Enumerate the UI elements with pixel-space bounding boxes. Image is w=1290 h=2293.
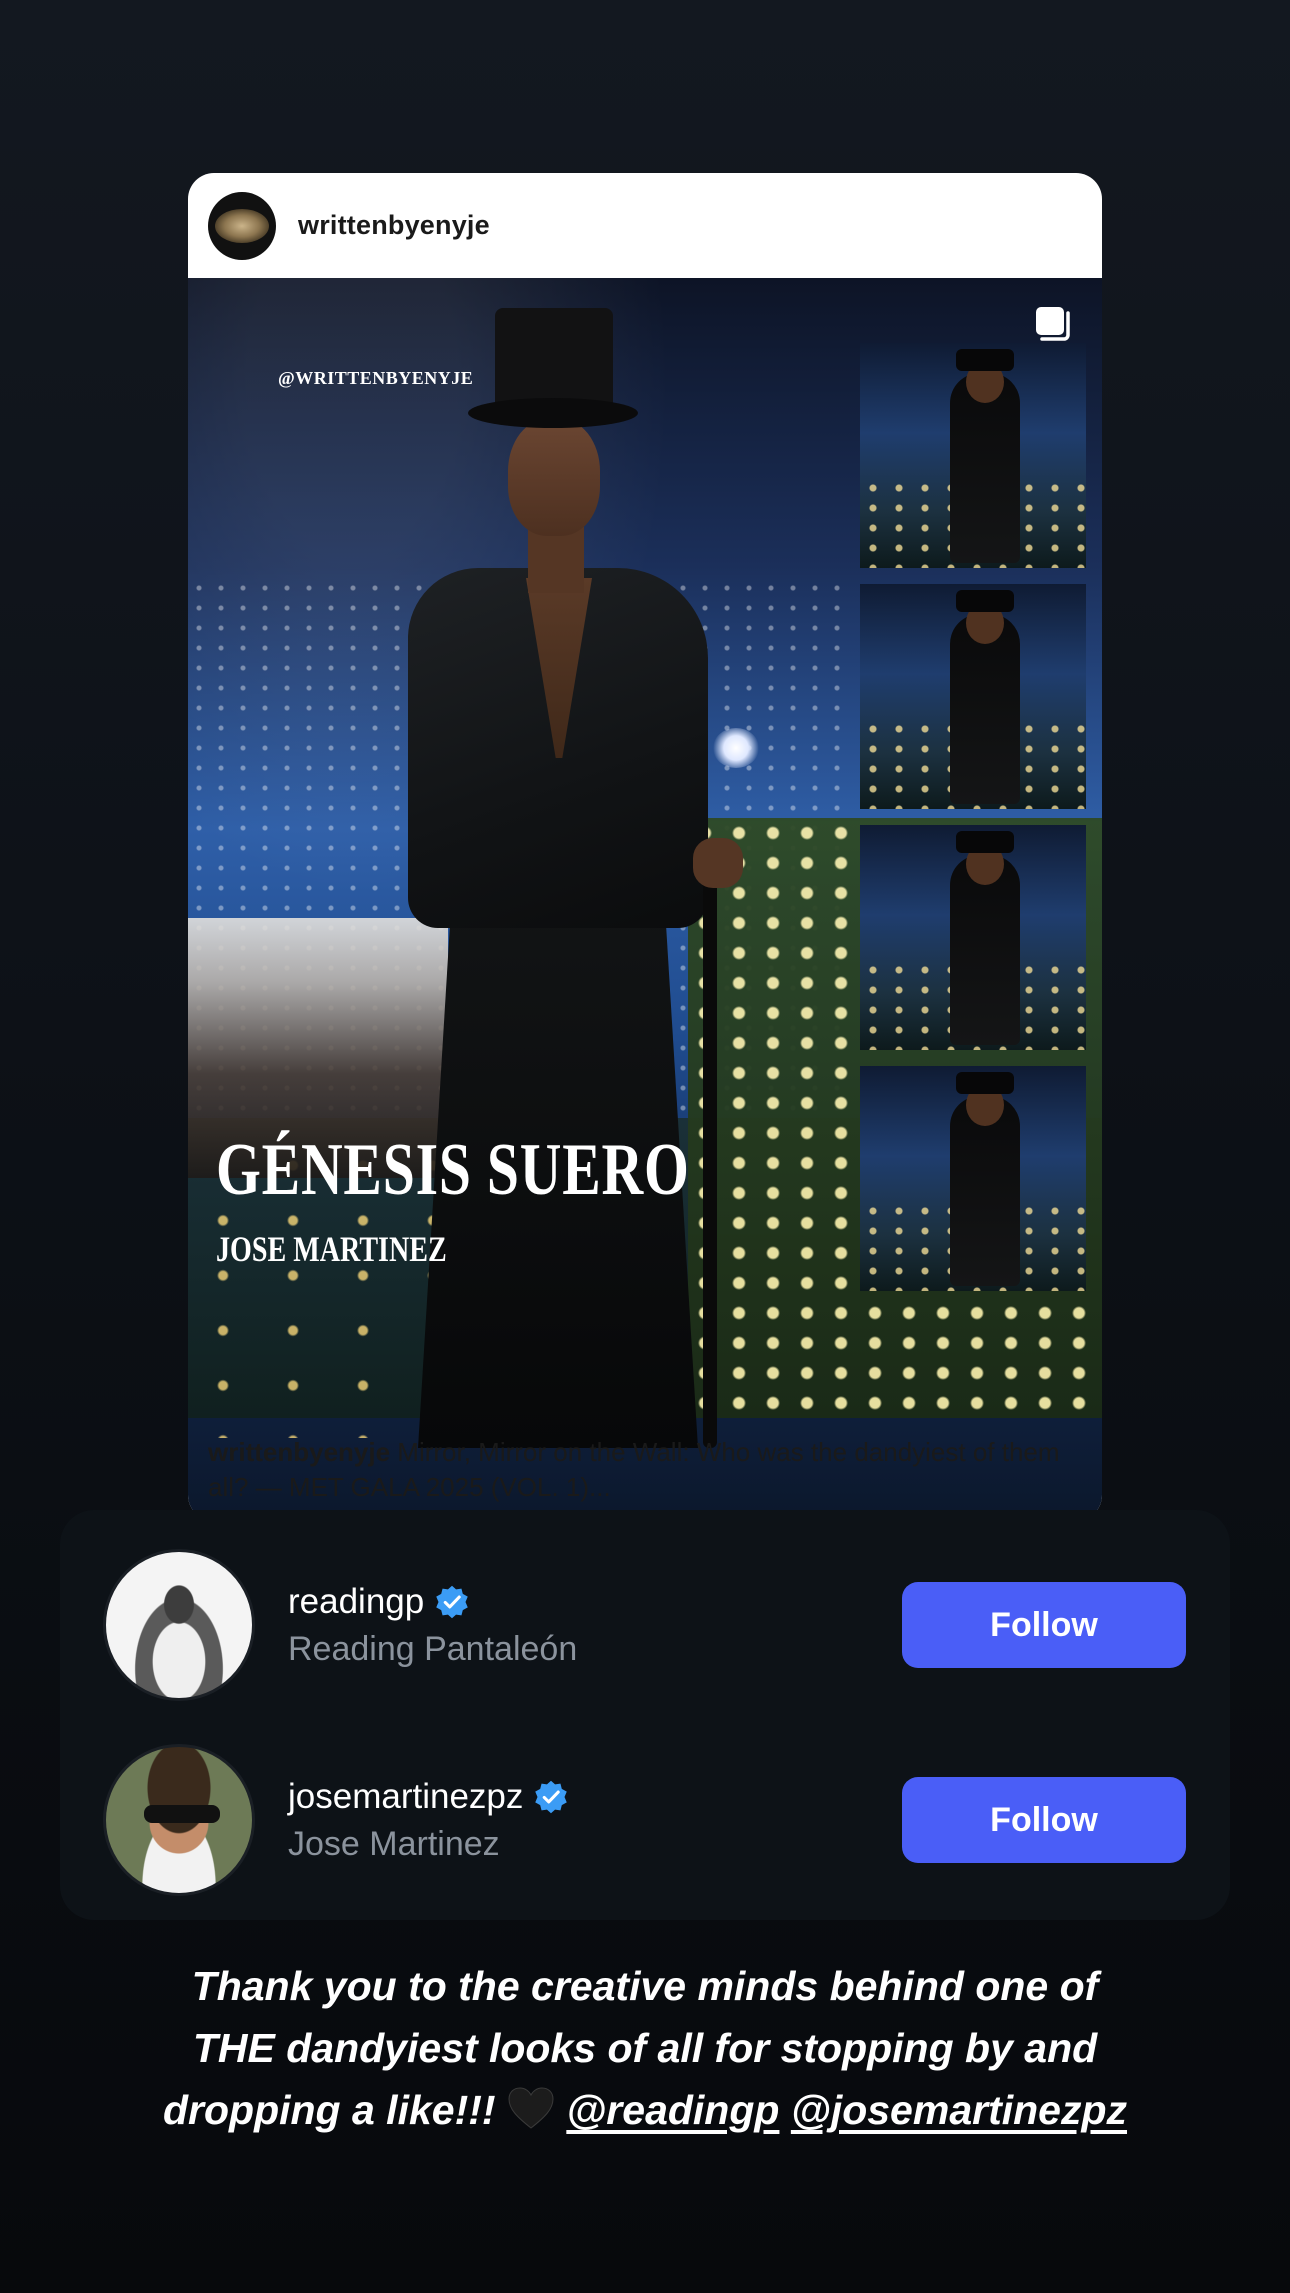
mention-readingp[interactable]: @readingp	[566, 2087, 779, 2133]
story-text-caption: Thank you to the creative minds behind o…	[60, 1955, 1230, 2141]
account-handle[interactable]: readingp	[288, 1582, 424, 1622]
thumbnail-photo	[860, 825, 1086, 1050]
caption-line: THE dandyiest looks of all for stopping …	[192, 2025, 1098, 2071]
follow-button-readingp[interactable]: Follow	[902, 1582, 1186, 1668]
account-row-readingp[interactable]: readingp Reading Pantaleón Follow	[60, 1549, 1230, 1701]
post-watermark: @WRITTENBYENYJE	[278, 368, 474, 388]
verified-badge-icon	[535, 1780, 568, 1813]
verified-badge-icon	[436, 1585, 468, 1618]
mention-josemartinezpz[interactable]: @josemartinezpz	[791, 2087, 1127, 2133]
thumbnail-collage	[860, 343, 1086, 1307]
post-author-avatar[interactable]	[208, 191, 276, 260]
account-display-name: Reading Pantaleón	[288, 1629, 578, 1668]
post-overlay-subtitle: JOSE MARTINEZ	[216, 1229, 447, 1269]
post-caption: writtenbyenyje Mirror, Mirror on the Wal…	[208, 1435, 1082, 1505]
caption-username: writtenbyenyje	[208, 1437, 391, 1467]
thumbnail-photo	[860, 1066, 1086, 1291]
post-overlay-title: GÉNESIS SUERO	[216, 1129, 690, 1211]
post-image[interactable]: @WRITTENBYENYJE GÉNESIS SUERO JOSE MARTI…	[188, 278, 1102, 1521]
carousel-icon	[1036, 307, 1070, 341]
account-row-josemartinezpz[interactable]: josemartinezpz Jose Martinez Follow	[60, 1744, 1230, 1896]
post-header: writtenbyenyje	[188, 173, 1102, 278]
shared-post-card[interactable]: writtenbyenyje @WRITTENBYENYJE GÉNESIS S…	[188, 173, 1102, 1521]
avatar[interactable]	[103, 1744, 255, 1896]
follow-button-josemartinezpz[interactable]: Follow	[902, 1777, 1186, 1863]
account-display-name: Jose Martinez	[288, 1824, 500, 1863]
thumbnail-photo	[860, 343, 1086, 568]
thumbnail-photo	[860, 584, 1086, 809]
mentioned-accounts-panel: readingp Reading Pantaleón Follow josema…	[60, 1510, 1230, 1920]
avatar[interactable]	[103, 1549, 255, 1701]
post-author-username[interactable]: writtenbyenyje	[298, 210, 490, 241]
caption-line: Thank you to the creative minds behind o…	[191, 1963, 1099, 2009]
model-figure	[388, 298, 718, 1448]
black-heart-icon	[508, 2087, 554, 2129]
account-handle[interactable]: josemartinezpz	[288, 1777, 523, 1817]
caption-line: dropping a like!!!	[162, 2087, 507, 2133]
